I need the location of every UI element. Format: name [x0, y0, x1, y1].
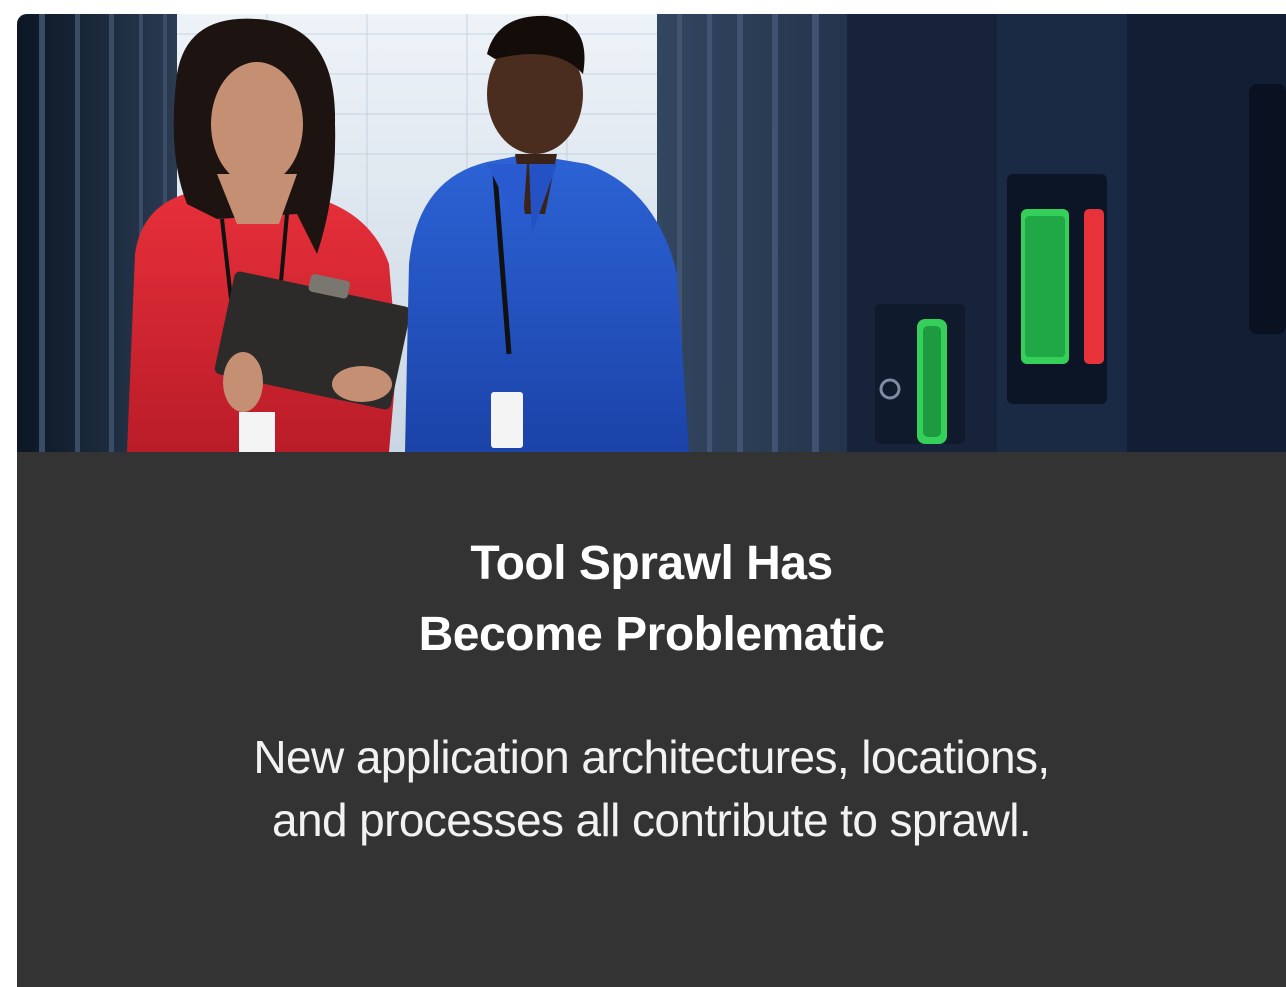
card-description-line-2: and processes all contribute to sprawl. [271, 794, 1032, 846]
hero-image [17, 14, 1286, 452]
card-content: Tool Sprawl Has Become Problematic New a… [17, 452, 1286, 987]
card-title: Tool Sprawl Has Become Problematic [17, 528, 1286, 670]
card-title-line-2: Become Problematic [418, 608, 885, 661]
promo-card: Tool Sprawl Has Become Problematic New a… [17, 14, 1286, 987]
datacenter-photo-icon [17, 14, 1286, 452]
card-description-line-1: New application architectures, locations… [253, 731, 1050, 783]
card-title-line-1: Tool Sprawl Has [470, 537, 833, 590]
card-description: New application architectures, locations… [17, 726, 1286, 852]
